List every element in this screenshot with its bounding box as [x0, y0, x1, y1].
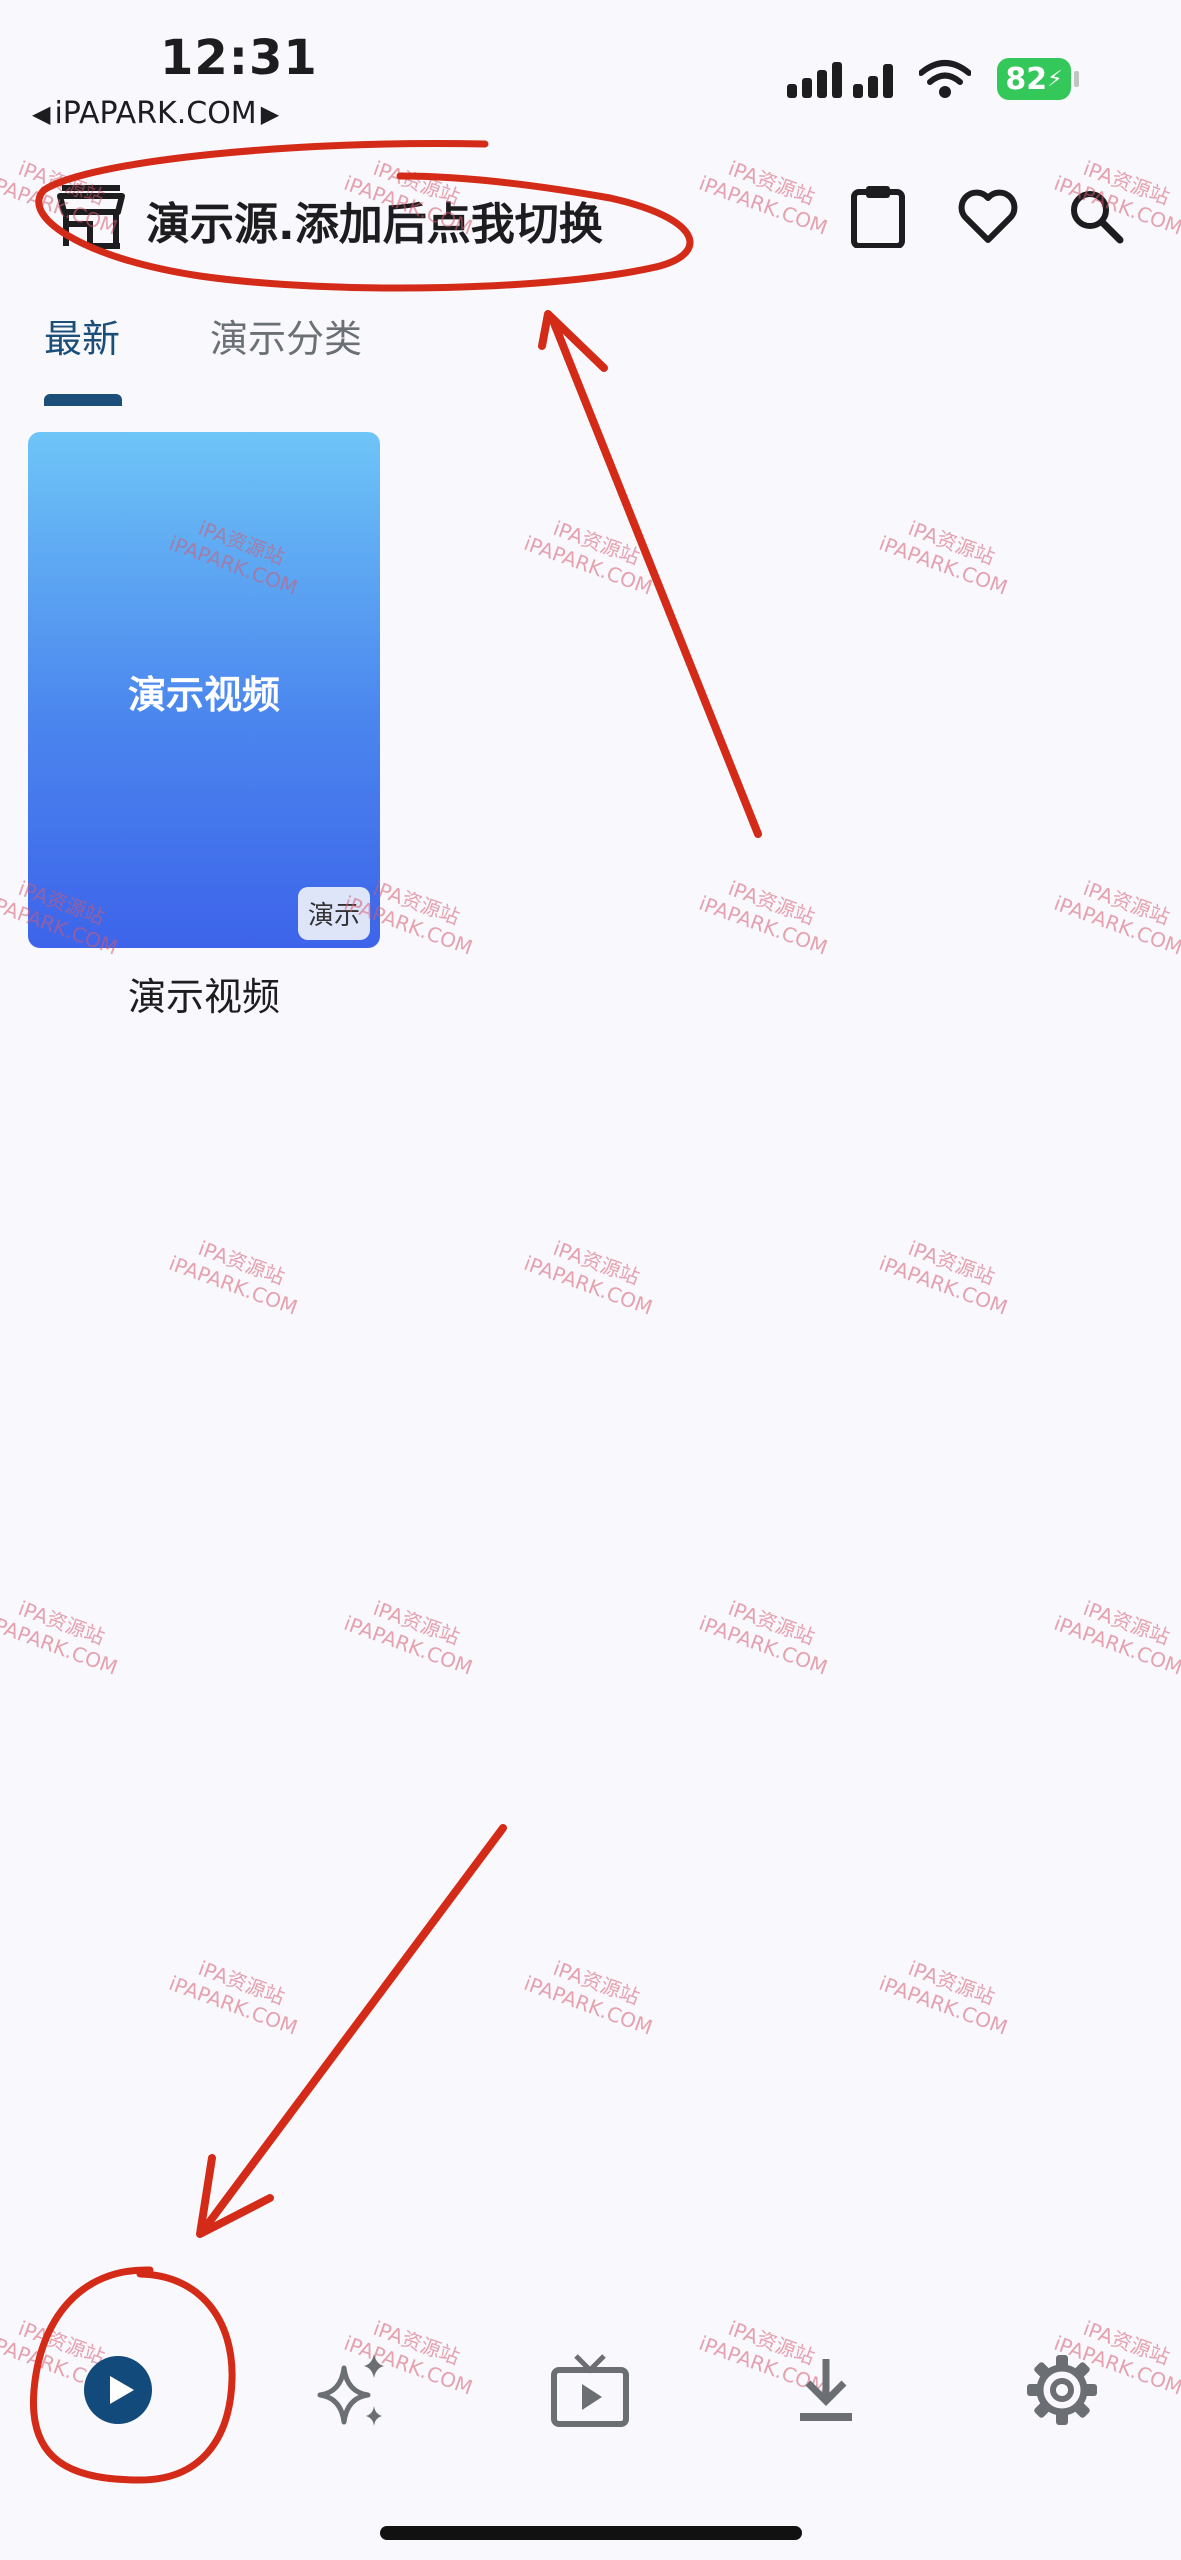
cellular-signal-icon	[787, 60, 893, 98]
search-button[interactable]	[1060, 180, 1132, 252]
back-app-label: iPAPARK.COM	[54, 96, 257, 131]
watermark: iPA资源站 iPAPARK.COM	[695, 1596, 831, 1680]
watermark: iPA资源站 iPAPARK.COM	[875, 1236, 1011, 1320]
play-circle-icon	[84, 2356, 152, 2424]
battery-level: 82	[1005, 61, 1048, 97]
video-cover-text: 演示视频	[127, 673, 280, 717]
watermark: iPA资源站 iPAPARK.COM	[1050, 1596, 1181, 1680]
nav-download-button[interactable]	[776, 2340, 876, 2440]
watermark: iPA资源站 iPAPARK.COM	[165, 1236, 301, 1320]
search-icon	[1071, 191, 1124, 244]
battery-indicator: 82 ⚡	[997, 58, 1079, 100]
status-indicators: 82 ⚡	[787, 58, 1079, 100]
annotation-arrow-down-head	[196, 2154, 274, 2238]
tab-demo-category[interactable]: 演示分类	[210, 308, 362, 363]
watermark: iPA资源站 iPAPARK.COM	[1050, 876, 1181, 960]
clipboard-icon	[851, 186, 905, 248]
wifi-icon	[919, 60, 971, 98]
favorites-button[interactable]	[952, 180, 1024, 252]
forward-triangle-icon: ▶	[260, 99, 280, 128]
watermark: iPA资源站 iPAPARK.COM	[695, 876, 831, 960]
video-badge: 演示	[297, 887, 370, 940]
annotation-arrow-up-head	[538, 310, 608, 372]
watermark: iPA资源站 iPAPARK.COM	[340, 1596, 476, 1680]
video-title[interactable]: 演示视频	[28, 966, 380, 1021]
watermark: iPA资源站 iPAPARK.COM	[520, 1956, 656, 2040]
nav-settings-button[interactable]	[1012, 2340, 1112, 2440]
nav-tv-button[interactable]	[540, 2340, 640, 2440]
watermark: iPA资源站 iPAPARK.COM	[520, 516, 656, 600]
heart-icon	[958, 189, 1018, 243]
annotation-arrow-down-shaft	[198, 1824, 507, 2236]
back-to-app-link[interactable]: ◀ iPAPARK.COM ▶	[32, 96, 279, 131]
status-time: 12:31	[160, 30, 318, 86]
back-triangle-icon: ◀	[32, 99, 51, 128]
annotation-layer	[29, 139, 762, 2484]
watermark: iPA资源站 iPAPARK.COM	[695, 156, 831, 240]
tv-icon	[551, 2354, 629, 2427]
watermark: iPA资源站 iPAPARK.COM	[875, 1956, 1011, 2040]
watermark: iPA资源站 iPAPARK.COM	[520, 1236, 656, 1320]
watermark: iPA资源站 iPAPARK.COM	[165, 1956, 301, 2040]
nav-play-button[interactable]	[68, 2340, 168, 2440]
video-card[interactable]: 演示视频 演示	[28, 432, 380, 948]
store-icon[interactable]	[56, 182, 126, 252]
source-switch-title[interactable]: 演示源.添加后点我切换	[146, 188, 603, 252]
charging-bolt-icon: ⚡	[1047, 66, 1063, 92]
gear-icon	[1027, 2355, 1097, 2425]
watermark: iPA资源站 iPAPARK.COM	[875, 516, 1011, 600]
download-icon	[800, 2359, 852, 2421]
tab-latest[interactable]: 最新	[44, 308, 120, 363]
watermark: iPA资源站 iPAPARK.COM	[0, 1596, 121, 1680]
clipboard-button[interactable]	[842, 180, 914, 252]
sparkle-icon	[317, 2354, 384, 2426]
annotation-arrow-up-shaft	[548, 314, 762, 838]
active-tab-indicator	[44, 394, 122, 406]
nav-discover-button[interactable]	[304, 2340, 404, 2440]
home-indicator	[380, 2526, 802, 2540]
